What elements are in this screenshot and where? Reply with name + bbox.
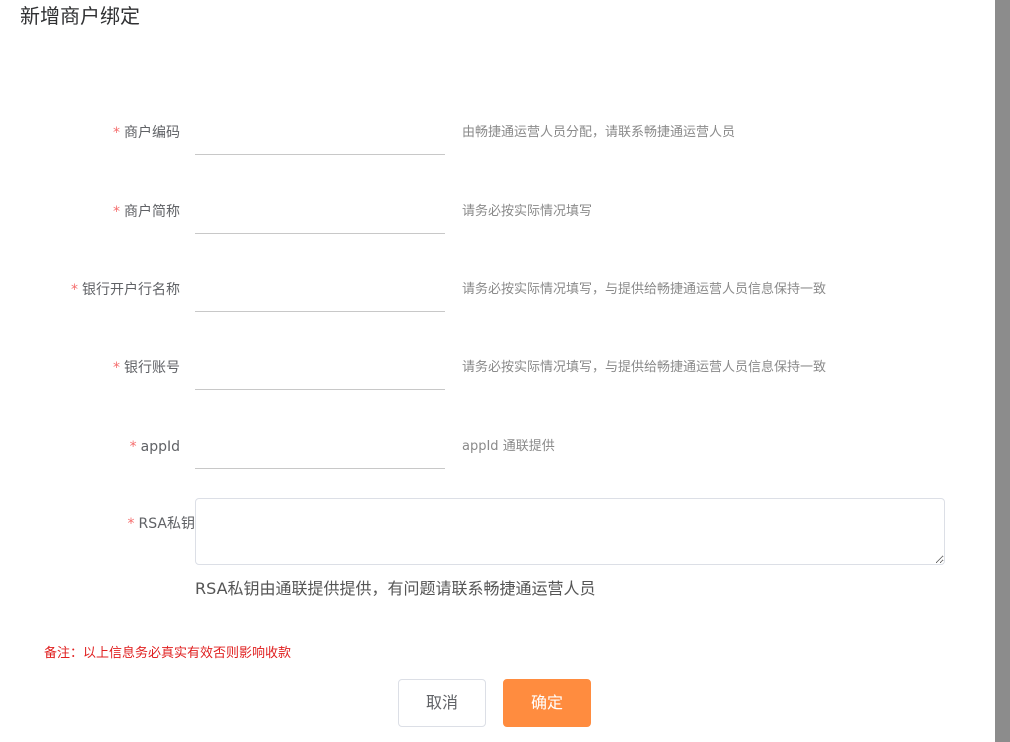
form-row-bank-branch-name: * 银行开户行名称 请务必按实际情况填写，与提供给畅捷通运营人员信息保持一致 <box>0 274 995 334</box>
merchant-code-label-text: 商户编码 <box>124 125 180 141</box>
bank-branch-name-input[interactable] <box>195 274 445 312</box>
form-row-merchant-short-name: * 商户简称 请务必按实际情况填写 <box>0 196 995 256</box>
confirm-button[interactable]: 确定 <box>503 679 591 727</box>
rsa-key-hint: RSA私钥由通联提供提供，有问题请联系畅捷通运营人员 <box>195 579 596 598</box>
merchant-short-name-input[interactable] <box>195 196 445 234</box>
app-id-label-text: appId <box>140 439 180 455</box>
merchant-short-name-label: * 商户简称 <box>113 202 180 222</box>
page-scrollbar-edge <box>995 0 1010 742</box>
rsa-key-textarea[interactable] <box>195 498 945 565</box>
required-mark: * <box>113 125 120 141</box>
form-row-bank-account: * 银行账号 请务必按实际情况填写，与提供给畅捷通运营人员信息保持一致 <box>0 352 995 412</box>
merchant-code-label: * 商户编码 <box>113 123 180 143</box>
required-mark: * <box>113 204 120 220</box>
bank-branch-name-hint: 请务必按实际情况填写，与提供给畅捷通运营人员信息保持一致 <box>462 282 827 297</box>
merchant-short-name-label-text: 商户简称 <box>124 204 180 220</box>
bank-account-hint: 请务必按实际情况填写，与提供给畅捷通运营人员信息保持一致 <box>462 360 827 375</box>
merchant-code-hint: 由畅捷通运营人员分配，请联系畅捷通运营人员 <box>462 125 736 140</box>
merchant-short-name-hint: 请务必按实际情况填写 <box>462 204 593 219</box>
bank-branch-name-label: * 银行开户行名称 <box>71 280 180 300</box>
merchant-code-input[interactable] <box>195 117 445 155</box>
bank-branch-name-label-text: 银行开户行名称 <box>82 282 180 298</box>
bank-account-label-text: 银行账号 <box>124 360 180 376</box>
bank-account-input[interactable] <box>195 352 445 390</box>
app-id-hint: appId 通联提供 <box>462 439 555 454</box>
form-row-merchant-code: * 商户编码 由畅捷通运营人员分配，请联系畅捷通运营人员 <box>0 117 995 177</box>
rsa-key-label-text: RSA私钥 <box>138 516 195 532</box>
required-mark: * <box>127 516 135 532</box>
required-mark: * <box>129 439 137 455</box>
required-mark: * <box>71 282 78 298</box>
remark-note: 备注：以上信息务必真实有效否则影响收款 <box>44 646 292 661</box>
bank-account-label: * 银行账号 <box>113 358 180 378</box>
rsa-key-label: * RSA私钥 <box>128 514 195 534</box>
form-row-app-id: * appId appId 通联提供 <box>0 431 995 491</box>
cancel-button[interactable]: 取消 <box>398 679 486 727</box>
required-mark: * <box>113 360 120 376</box>
dialog-title: 新增商户绑定 <box>20 4 140 28</box>
app-id-label: * appId <box>130 437 180 457</box>
app-id-input[interactable] <box>195 431 445 469</box>
